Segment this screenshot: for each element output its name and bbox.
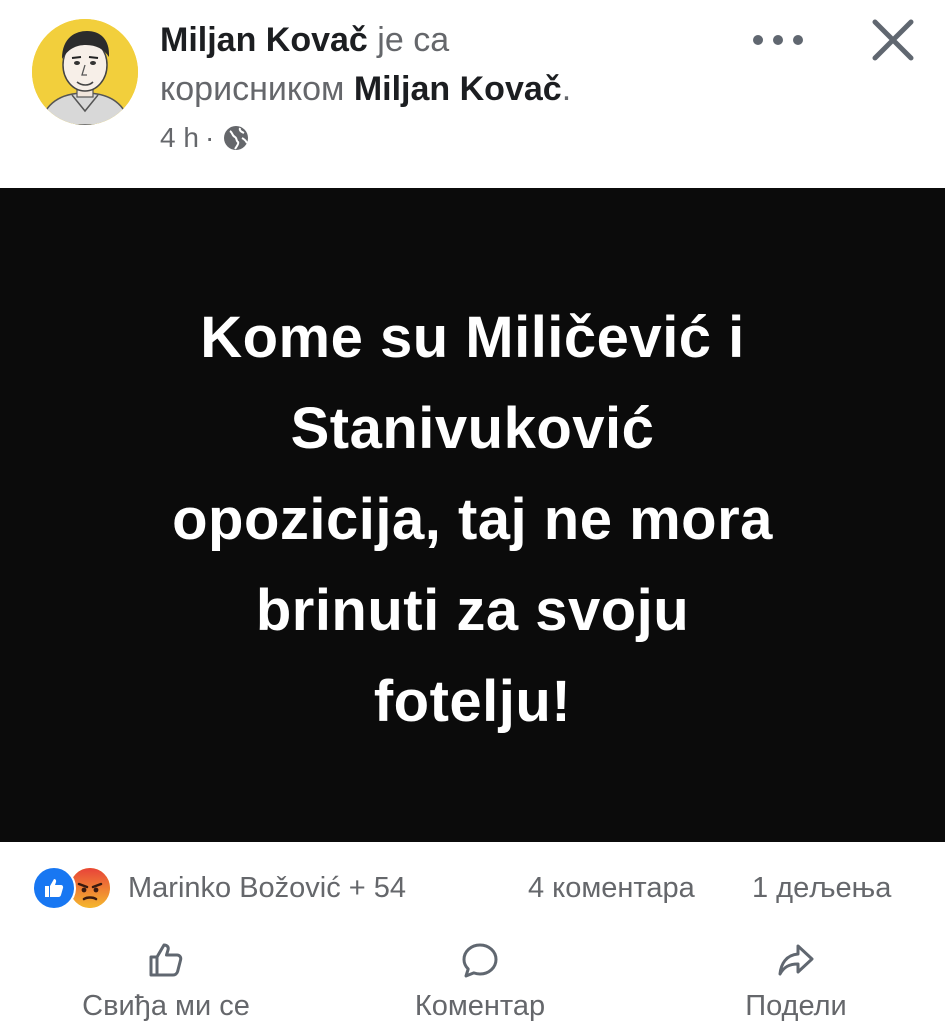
post-meta: 4 h · — [160, 118, 250, 158]
avatar-caricature-image — [32, 19, 138, 125]
globe-icon — [222, 124, 250, 152]
like-button-label: Свиђа ми се — [82, 990, 250, 1022]
thumbs-up-icon — [149, 943, 183, 977]
more-horizontal-icon — [753, 35, 803, 45]
tagged-suffix: . — [561, 70, 572, 108]
post-timestamp[interactable]: 4 h — [160, 122, 199, 154]
more-options-button[interactable] — [746, 20, 810, 60]
share-button-label: Подели — [745, 990, 847, 1022]
shares-count[interactable]: 1 дељења — [752, 866, 891, 910]
tagged-user-name[interactable]: Miljan Kovač — [354, 70, 562, 108]
reactors-summary[interactable]: Marinko Božović + 54 — [128, 866, 406, 910]
close-icon — [872, 19, 914, 61]
post-image[interactable]: Kome su Miličević i Stanivuković opozici… — [0, 188, 945, 842]
share-arrow-icon — [778, 944, 814, 976]
post-header: Miljan Kovač је са корисником Miljan Kov… — [0, 0, 945, 188]
reaction-icons[interactable] — [32, 866, 124, 910]
post-author-line: Miljan Kovač је са корисником Miljan Kov… — [160, 16, 720, 114]
comment-button[interactable]: Коментар — [400, 940, 560, 1032]
meta-separator: · — [204, 122, 215, 153]
share-button[interactable]: Подели — [734, 940, 858, 1032]
avatar[interactable] — [32, 19, 138, 125]
like-button[interactable]: Свиђа ми се — [66, 940, 266, 1032]
with-prefix: корисником — [160, 70, 345, 108]
comment-bubble-icon — [462, 943, 498, 978]
with-text: је са — [377, 21, 450, 59]
like-reaction-icon — [32, 866, 76, 910]
post-image-text: Kome su Miličević i Stanivuković opozici… — [172, 304, 773, 734]
reactions-summary-row: Marinko Božović + 54 4 коментара 1 дељењ… — [0, 842, 945, 932]
comments-count[interactable]: 4 коментара — [528, 866, 695, 910]
close-button[interactable] — [862, 12, 924, 68]
post-action-bar: Свиђа ми се Коментар Подели — [0, 932, 945, 1032]
comment-button-label: Коментар — [414, 990, 546, 1022]
author-name[interactable]: Miljan Kovač — [160, 21, 368, 59]
